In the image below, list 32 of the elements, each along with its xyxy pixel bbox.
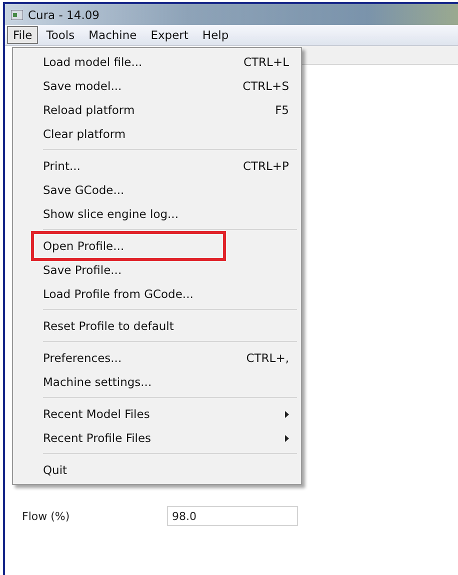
menu-title[interactable]: File [7, 26, 38, 44]
menu-item[interactable]: Print... [43, 159, 243, 173]
menu-title[interactable]: Tools [40, 26, 81, 44]
window-title: Cura - 14.09 [28, 8, 100, 22]
shortcut-label: CTRL+L [244, 55, 289, 69]
shortcut-label: CTRL+S [242, 79, 289, 93]
menu-item[interactable]: Preferences... [43, 351, 246, 365]
menu-title[interactable]: Help [196, 26, 235, 44]
menu-item[interactable]: Open Profile... [31, 231, 226, 261]
menu-item[interactable]: Load Profile from GCode... [43, 287, 289, 301]
menu-item[interactable]: Quit [43, 463, 289, 477]
menu-title[interactable]: Machine [82, 26, 143, 44]
menu-item[interactable]: Clear platform [43, 127, 289, 141]
app-icon [11, 10, 23, 20]
menu-title[interactable]: Expert [144, 26, 194, 44]
menu-item[interactable]: Recent Profile Files [43, 431, 285, 445]
shortcut-label: CTRL+P [242, 159, 289, 173]
setting-label: Flow (%) [22, 510, 71, 522]
menu-item[interactable]: Show slice engine log... [43, 207, 289, 221]
menu-item[interactable]: Save GCode... [43, 183, 289, 197]
menu-item[interactable]: Recent Model Files [43, 407, 285, 421]
menu-item[interactable]: Reset Profile to default [43, 319, 289, 333]
shortcut-label: F5 [275, 103, 289, 117]
input-field[interactable]: 98.0 [167, 506, 298, 526]
menu-item[interactable]: Machine settings... [43, 375, 289, 389]
shortcut-label: CTRL+, [246, 351, 289, 365]
submenu-arrow-icon [285, 410, 289, 418]
menu-item[interactable]: Reload platform [43, 103, 276, 117]
submenu-arrow-icon [285, 434, 289, 442]
menu-item[interactable]: Save model... [43, 79, 243, 93]
menu-item[interactable]: Load model file... [43, 55, 244, 69]
menu-item[interactable]: Save Profile... [43, 263, 289, 277]
